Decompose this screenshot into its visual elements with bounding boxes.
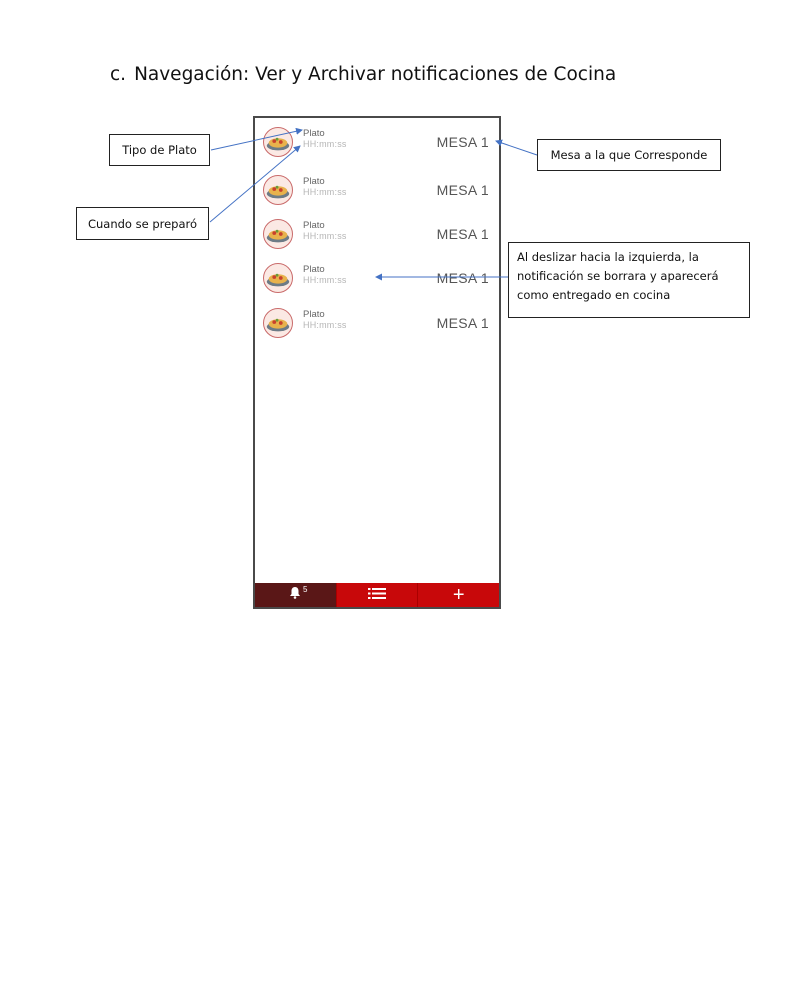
table-label: MESA 1: [436, 226, 489, 242]
section-marker: c.: [110, 64, 127, 85]
tab-orders-list[interactable]: [335, 583, 418, 607]
notification-item[interactable]: Plato HH:mm:ss MESA 1: [255, 302, 499, 342]
callout-table: Mesa a la que Corresponde: [537, 139, 721, 171]
callout-table-text: Mesa a la que Corresponde: [550, 148, 708, 162]
dish-thumbnail-icon: [263, 263, 293, 293]
dish-type: Plato: [303, 128, 325, 139]
callout-prepared-time-text: Cuando se preparó: [87, 216, 198, 231]
notification-item[interactable]: Plato HH:mm:ss MESA 1: [255, 213, 499, 253]
section-heading: c. Navegación: Ver y Archivar notificacio…: [110, 64, 616, 85]
add-button[interactable]: +: [417, 583, 500, 607]
callout-swipe: Al deslizar hacia la izquierda, la notif…: [508, 242, 750, 318]
notification-item[interactable]: Plato HH:mm:ss MESA 1: [255, 169, 499, 209]
callout-prepared-time: Cuando se preparó: [76, 207, 209, 240]
dish-thumbnail-icon: [263, 127, 293, 157]
table-label: MESA 1: [436, 315, 489, 331]
dish-type: Plato: [303, 176, 325, 187]
plus-icon: +: [452, 584, 465, 606]
notification-count-badge: 5: [303, 585, 308, 594]
callout-dish-type-text: Tipo de Plato: [122, 143, 197, 157]
table-label: MESA 1: [436, 134, 489, 150]
dish-type: Plato: [303, 309, 325, 320]
dish-type: Plato: [303, 264, 325, 275]
dish-type: Plato: [303, 220, 325, 231]
phone-mockup: Plato HH:mm:ss MESA 1 Plato HH:mm:ss MES…: [253, 116, 501, 609]
dish-thumbnail-icon: [263, 308, 293, 338]
dish-thumbnail-icon: [263, 175, 293, 205]
tab-notifications[interactable]: 5: [255, 583, 336, 607]
list-icon: [368, 586, 386, 604]
prepared-time: HH:mm:ss: [303, 275, 347, 285]
prepared-time: HH:mm:ss: [303, 187, 347, 197]
bottom-nav-bar: 5 +: [255, 583, 500, 607]
section-title: Navegación: Ver y Archivar notificacione…: [134, 64, 617, 85]
table-label: MESA 1: [436, 182, 489, 198]
table-label: MESA 1: [436, 270, 489, 286]
prepared-time: HH:mm:ss: [303, 231, 347, 241]
dish-thumbnail-icon: [263, 219, 293, 249]
prepared-time: HH:mm:ss: [303, 320, 347, 330]
callout-swipe-line: notificación se borrara y aparecerá: [517, 269, 719, 283]
prepared-time: HH:mm:ss: [303, 139, 347, 149]
callout-dish-type: Tipo de Plato: [109, 134, 210, 166]
notification-item[interactable]: Plato HH:mm:ss MESA 1: [255, 121, 499, 161]
callout-swipe-line: Al deslizar hacia la izquierda, la: [517, 250, 699, 264]
bell-icon: [289, 586, 301, 604]
arrow-table: [495, 139, 538, 156]
notification-item[interactable]: Plato HH:mm:ss MESA 1: [255, 257, 499, 297]
callout-swipe-line: como entregado en cocina: [517, 288, 671, 302]
